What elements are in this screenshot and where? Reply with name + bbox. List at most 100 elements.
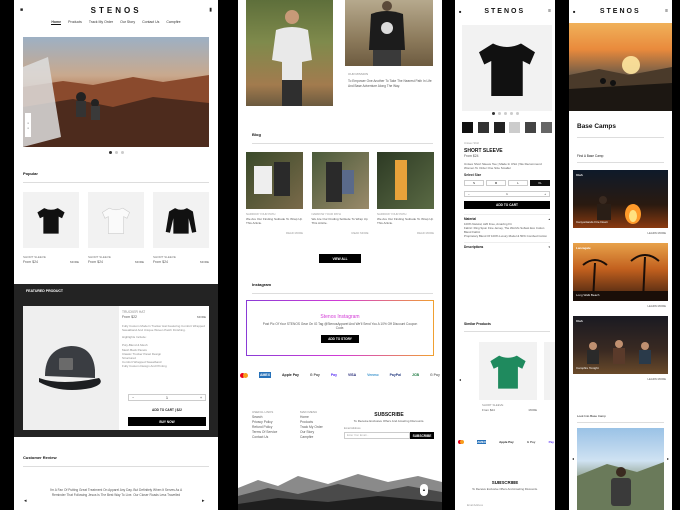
hero-dots[interactable] <box>14 151 218 154</box>
look-prev-arrow[interactable]: ◂ <box>570 456 576 465</box>
blog-title: Blog <box>252 132 261 137</box>
quantity-stepper[interactable]: − 1 + <box>464 191 550 198</box>
thumbnail[interactable] <box>525 122 537 133</box>
product-page-panel: ■ STENOS ≡ Unisex Shirt SHORT SLEEVE Fro… <box>455 0 555 510</box>
similar-product-image[interactable] <box>479 342 537 400</box>
email-input[interactable]: Enter Your Email... <box>344 432 410 439</box>
base-camps-hero <box>569 23 672 111</box>
thumbnail[interactable] <box>509 122 521 133</box>
view-all-button[interactable]: VIEW ALL <box>319 254 361 263</box>
product-card[interactable]: SHORT SLEEVE From $24 MORE <box>23 192 79 265</box>
brand-logo[interactable]: STENOS <box>600 8 641 15</box>
add-to-story-button[interactable]: ADD TO STORY <box>321 335 359 344</box>
blog-image[interactable] <box>311 152 369 209</box>
product-card[interactable]: SHORT SLEEVE From $24 MORE <box>88 192 144 265</box>
blog-read-more[interactable]: READ MORE <box>377 231 434 236</box>
look-divider <box>577 422 664 423</box>
review-next-arrow[interactable]: ▸ <box>202 498 205 504</box>
subscribe-title: SUBSCRIBE <box>374 412 404 418</box>
popular-title: Popular <box>23 171 38 176</box>
highlights-list: Poly-Blend & Mesh Mesh Back Panels Class… <box>122 343 206 368</box>
descriptions-accordion[interactable]: Descriptions ▾ <box>464 242 550 249</box>
review-prev-arrow[interactable]: ◂ <box>24 498 27 504</box>
menu-icon[interactable]: ≡ <box>548 8 551 14</box>
mobile-header: ■ STENOS ≡ <box>455 4 555 18</box>
cart-icon[interactable]: ■ <box>459 9 461 14</box>
longsleeve-black-icon <box>165 208 197 234</box>
blog-card[interactable]: NARROW YOUR PATH We Are Our Finding Soli… <box>311 152 369 236</box>
camp-card-image[interactable]: Lanzagate Long Walk Beach <box>573 243 668 301</box>
brand-logo[interactable]: STENOS <box>91 6 142 15</box>
product-image[interactable] <box>88 192 144 248</box>
mobile-header: ■ STENOS ≡ <box>569 4 672 18</box>
blog-image[interactable] <box>246 152 303 209</box>
similar-more-link[interactable]: MORE <box>529 408 537 413</box>
size-option[interactable]: M <box>486 180 506 187</box>
size-option-selected[interactable]: XL <box>530 180 550 187</box>
qty-minus-button[interactable]: − <box>132 396 134 400</box>
thumbnail[interactable] <box>477 122 489 133</box>
quantity-stepper[interactable]: − 1 + <box>128 394 206 401</box>
product-more-link[interactable]: MORE <box>200 260 209 265</box>
user-icon[interactable]: ▮ <box>209 7 212 13</box>
nav-products[interactable]: Products <box>68 20 82 25</box>
blog-card[interactable]: NARROW YOUR PATH We Are Our Finding Soli… <box>246 152 303 236</box>
brand-logo[interactable]: STENOS <box>484 8 525 15</box>
thumbnail[interactable] <box>493 122 505 133</box>
qty-plus-button[interactable]: + <box>200 396 202 400</box>
blog-image[interactable] <box>377 152 434 209</box>
product-more-link[interactable]: MORE <box>70 260 79 265</box>
shop-pay-icon: Pay <box>548 440 554 444</box>
paypal-icon: PayPal <box>389 373 402 377</box>
cart-icon[interactable]: ■ <box>573 9 575 14</box>
footer-useful-links: USEFUL LINKS Search Privacy Policy Refun… <box>252 410 297 440</box>
footer-link[interactable]: Contact Us <box>252 435 297 440</box>
camp-learn-more[interactable]: LEARN MORE <box>648 231 667 236</box>
nav-story[interactable]: Our Story <box>120 20 135 25</box>
product-image[interactable] <box>23 192 79 248</box>
camp-learn-more[interactable]: LEARN MORE <box>648 377 667 382</box>
material-title: Material <box>464 217 477 222</box>
nav-track[interactable]: Track My Order <box>89 20 113 25</box>
camp-card-image[interactable]: Utah Canyonlands Fire Down <box>573 170 668 228</box>
product-image[interactable] <box>153 192 209 248</box>
cart-icon[interactable]: ■ <box>20 7 23 13</box>
featured-more-link[interactable]: MORE <box>197 315 206 320</box>
instagram-divider <box>252 293 433 294</box>
blog-read-more[interactable]: READ MORE <box>246 231 303 236</box>
camp-learn-more[interactable]: LEARN MORE <box>648 304 667 309</box>
camp-caption: Long Walk Beach <box>576 293 600 297</box>
scroll-top-button[interactable]: ▲ <box>420 484 428 496</box>
subscribe-button[interactable]: SUBSCRIBE <box>410 432 434 439</box>
thumbnail[interactable] <box>540 122 552 133</box>
menu-icon[interactable]: ≡ <box>665 8 668 14</box>
similar-product-image-partial[interactable] <box>544 342 555 400</box>
camp-card-image[interactable]: Utah Campfire Tonight <box>573 316 668 374</box>
product-card[interactable]: SHORT SLEEVE From $24 MORE <box>153 192 209 265</box>
venmo-icon: Venmo <box>367 373 379 377</box>
qty-plus-button[interactable]: + <box>544 192 546 196</box>
look-next-arrow[interactable]: ▸ <box>665 456 671 465</box>
product-price: From $24 <box>23 260 38 264</box>
product-more-link[interactable]: MORE <box>135 260 144 265</box>
nav-home[interactable]: Home <box>51 20 62 25</box>
blog-card[interactable]: NARROW YOUR PATH We Are Our Finding Soli… <box>377 152 434 236</box>
nav-contact[interactable]: Contact Us <box>142 20 159 25</box>
gallery-dots[interactable] <box>455 112 555 115</box>
similar-prev-arrow[interactable]: ◂ <box>459 377 461 382</box>
featured-image[interactable] <box>23 306 119 430</box>
nav-campfire[interactable]: Campfire <box>166 20 180 25</box>
look-into-image[interactable] <box>577 428 664 510</box>
thumbnail[interactable] <box>462 122 473 133</box>
size-option[interactable]: S <box>464 180 484 187</box>
footer-link[interactable]: Campfire <box>300 435 345 440</box>
blog-read-more[interactable]: READ MORE <box>312 231 369 236</box>
add-to-cart-button[interactable]: ADD TO CART <box>464 201 550 210</box>
qty-minus-button[interactable]: − <box>468 192 470 196</box>
product-main-image[interactable] <box>462 25 552 111</box>
add-to-cart-button[interactable]: ADD TO CART | $22 <box>128 406 206 413</box>
material-accordion[interactable]: Material ▴ <box>464 214 550 221</box>
hero-side-tab[interactable]: ▪ ▪ <box>25 113 31 137</box>
buy-now-button[interactable]: BUY NOW <box>128 417 206 426</box>
size-option[interactable]: L <box>508 180 528 187</box>
